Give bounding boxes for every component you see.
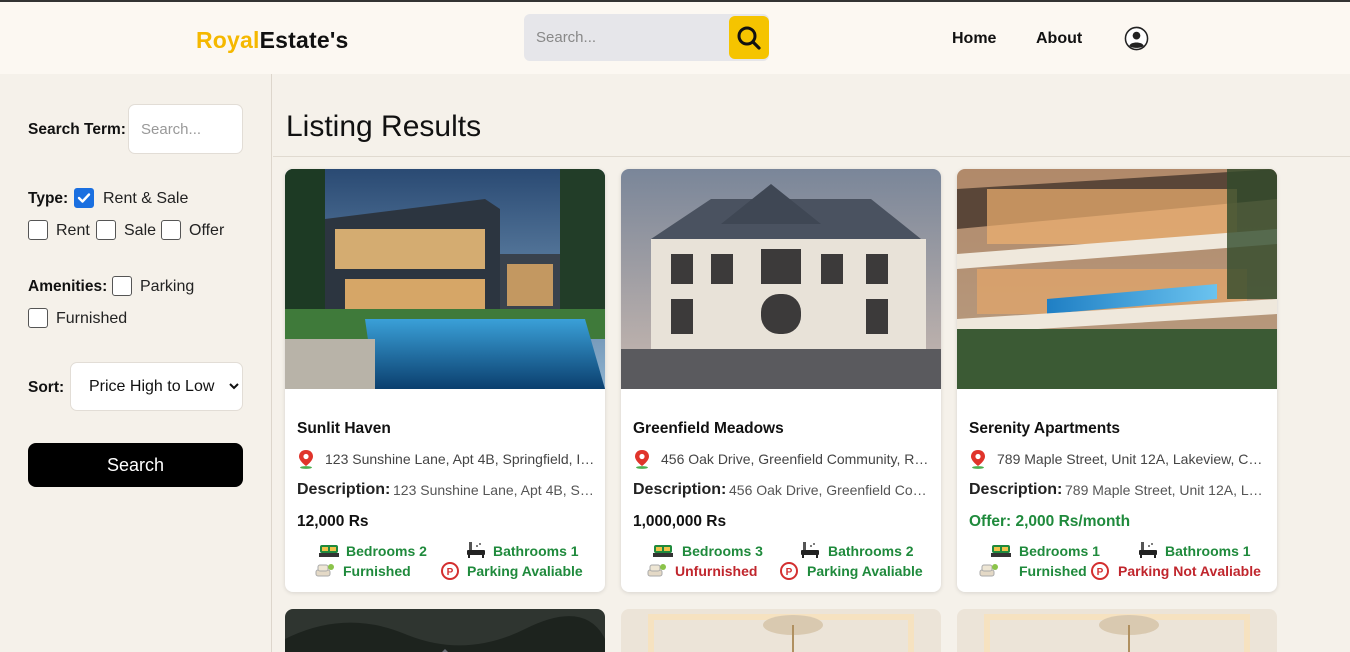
- filter-sidebar: Search Term: Type: Rent & Sale Rent Sale…: [0, 74, 272, 652]
- type-rent-label: Rent: [56, 222, 90, 239]
- bedrooms-count: Bedrooms 3: [682, 543, 763, 559]
- bedrooms-count: Bedrooms 2: [346, 543, 427, 559]
- listing-image[interactable]: [621, 169, 941, 389]
- bathrooms-count: Bathrooms 1: [493, 543, 579, 559]
- parking-icon: P: [1091, 562, 1109, 580]
- sort-label: Sort:: [28, 379, 65, 396]
- bed-icon: [653, 545, 673, 557]
- svg-text:P: P: [1097, 567, 1104, 578]
- location-pin-icon: [299, 450, 313, 469]
- type-sale-label: Sale: [124, 222, 157, 239]
- listing-card-partial[interactable]: [957, 609, 1277, 652]
- listing-card-partial[interactable]: [285, 609, 605, 652]
- listing-description: 789 Maple Street, Unit 12A, Lakeview: [1065, 482, 1267, 498]
- description-label: Description:: [969, 481, 1063, 498]
- furniture-icon: [647, 564, 666, 577]
- listing-card-partial[interactable]: [621, 609, 941, 652]
- listing-card[interactable]: Sunlit Haven 123 Sunshine Lane, Apt 4B, …: [285, 169, 605, 592]
- type-rent-checkbox[interactable]: [28, 220, 48, 240]
- listing-address: 789 Maple Street, Unit 12A, Lakeview, CA…: [997, 451, 1267, 467]
- listing-description: 123 Sunshine Lane, Apt 4B, Springfield, …: [393, 482, 595, 498]
- bed-icon: [991, 545, 1011, 557]
- amenities-label: Amenities:: [28, 278, 108, 295]
- header-search-input[interactable]: [524, 14, 729, 61]
- bathrooms-count: Bathrooms 2: [828, 543, 914, 559]
- search-icon: [737, 26, 761, 50]
- listing-address: 123 Sunshine Lane, Apt 4B, Springfield, …: [325, 451, 595, 467]
- top-header: RoyalEstate's Home About: [0, 2, 1350, 74]
- listing-card[interactable]: Serenity Apartments 789 Maple Street, Un…: [957, 169, 1277, 592]
- svg-text:P: P: [447, 567, 454, 578]
- amenity-parking-label: Parking: [140, 278, 195, 295]
- type-offer-label: Offer: [189, 222, 225, 239]
- header-search: [524, 14, 769, 61]
- location-pin-icon: [635, 450, 649, 469]
- furniture-icon: [979, 564, 998, 577]
- modern-house-image: [285, 169, 605, 389]
- location-pin-icon: [971, 450, 985, 469]
- page-title: Listing Results: [286, 110, 482, 143]
- logo-royal: Royal: [196, 27, 260, 53]
- furnished-status: Unfurnished: [675, 563, 758, 579]
- bed-icon: [319, 545, 339, 557]
- amenity-parking-checkbox[interactable]: [112, 276, 132, 296]
- furniture-icon: [315, 564, 334, 577]
- parking-icon: P: [780, 562, 798, 580]
- apartment-balcony-image: [957, 169, 1277, 389]
- header-search-button[interactable]: [729, 16, 769, 59]
- bathtub-icon: [801, 542, 819, 558]
- bathrooms-count: Bathrooms 1: [1165, 543, 1251, 559]
- parking-status: Parking Not Avaliable: [1118, 563, 1261, 579]
- type-offer-checkbox[interactable]: [161, 220, 181, 240]
- listing-card[interactable]: Greenfield Meadows 456 Oak Drive, Greenf…: [621, 169, 941, 592]
- bathtub-icon: [467, 542, 485, 558]
- listing-description: 456 Oak Drive, Greenfield Community: [729, 482, 931, 498]
- listing-image-partial: [957, 609, 1277, 652]
- listing-image-partial: [621, 609, 941, 652]
- description-label: Description:: [633, 481, 727, 498]
- classic-mansion-image: [621, 169, 941, 389]
- nav-home-link[interactable]: Home: [952, 30, 996, 48]
- parking-status: Parking Avaliable: [807, 563, 923, 579]
- parking-status: Parking Avaliable: [467, 563, 583, 579]
- checkmark-icon: [77, 193, 91, 203]
- amenity-furnished-checkbox[interactable]: [28, 308, 48, 328]
- logo-estates: Estate's: [259, 27, 349, 53]
- title-divider: [273, 156, 1350, 157]
- furnished-status: Furnished: [1019, 563, 1087, 579]
- bedrooms-count: Bedrooms 1: [1019, 543, 1100, 559]
- type-rent-sale-label: Rent & Sale: [103, 190, 189, 207]
- listing-name[interactable]: Serenity Apartments: [969, 420, 1120, 438]
- nav-about-link[interactable]: About: [1036, 30, 1082, 48]
- type-rent-sale-checkbox[interactable]: [74, 188, 94, 208]
- type-label: Type:: [28, 190, 69, 207]
- listing-address: 456 Oak Drive, Greenfield Community, Riv…: [661, 451, 931, 467]
- sort-select[interactable]: Price High to Low: [70, 362, 243, 411]
- furnished-status: Furnished: [343, 563, 411, 579]
- amenity-furnished-label: Furnished: [56, 310, 128, 327]
- listing-image[interactable]: [285, 169, 605, 389]
- type-sale-checkbox[interactable]: [96, 220, 116, 240]
- listing-image-partial: [285, 609, 605, 652]
- sidebar-search-button[interactable]: Search: [28, 443, 243, 487]
- listing-price: 1,000,000 Rs: [633, 513, 727, 530]
- svg-text:P: P: [786, 567, 793, 578]
- parking-icon: P: [441, 562, 459, 580]
- listing-name[interactable]: Greenfield Meadows: [633, 420, 784, 438]
- search-term-label: Search Term:: [28, 121, 126, 138]
- description-label: Description:: [297, 481, 391, 498]
- search-term-input[interactable]: [128, 104, 243, 154]
- listing-image[interactable]: [957, 169, 1277, 389]
- bathtub-icon: [1139, 542, 1157, 558]
- listing-price: 12,000 Rs: [297, 513, 369, 530]
- site-logo[interactable]: RoyalEstate's: [196, 27, 349, 54]
- listing-name[interactable]: Sunlit Haven: [297, 420, 391, 438]
- user-avatar-icon[interactable]: [1124, 26, 1149, 51]
- listing-offer-price: Offer: 2,000 Rs/month: [969, 513, 1131, 530]
